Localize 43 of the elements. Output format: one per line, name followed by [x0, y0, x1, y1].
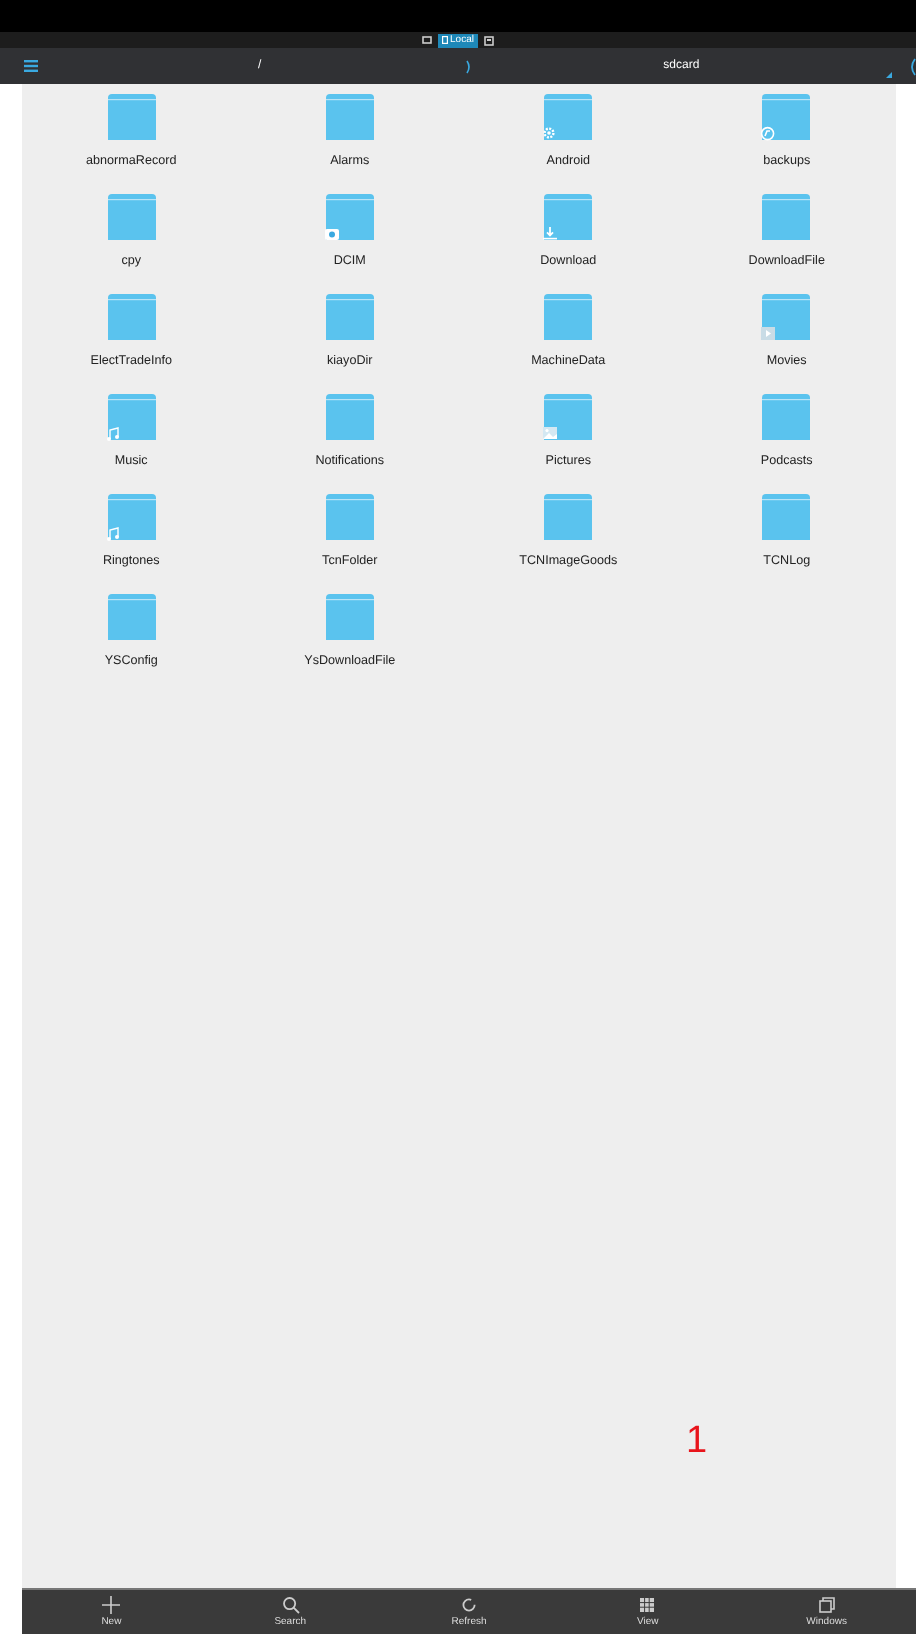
circle-icon: [760, 126, 777, 142]
folder-icon[interactable]: [105, 194, 158, 242]
windows-icon: [817, 1596, 836, 1614]
plus-icon: [102, 1596, 121, 1614]
download-icon: [542, 226, 559, 242]
folder-icon[interactable]: [105, 594, 158, 642]
music-note-icon: [105, 526, 122, 542]
window-icon[interactable]: [422, 36, 433, 44]
refresh-icon: [460, 1596, 479, 1614]
annotation-number: 1: [686, 1420, 708, 1464]
folder-icon[interactable]: [542, 494, 595, 542]
folder-icon[interactable]: [542, 294, 595, 342]
folder-icon[interactable]: [323, 594, 376, 642]
chevron-icon: [465, 59, 472, 73]
folder-icon[interactable]: [105, 94, 158, 142]
folder-icon[interactable]: [760, 94, 813, 142]
folder-icon[interactable]: [542, 94, 595, 142]
folder-icon[interactable]: [105, 494, 158, 542]
play-icon: [760, 326, 777, 342]
folder-icon[interactable]: [760, 294, 813, 342]
storage-icon: [442, 36, 449, 44]
folder-icon[interactable]: [760, 194, 813, 242]
window-icon[interactable]: [483, 35, 494, 45]
corner-icon: [886, 72, 892, 78]
folder-icon[interactable]: [323, 294, 376, 342]
folder-icon[interactable]: [760, 394, 813, 442]
folder-icon[interactable]: [323, 394, 376, 442]
grid-icon: [638, 1596, 657, 1614]
folder-icon[interactable]: [323, 194, 376, 242]
gear-icon: [542, 126, 559, 142]
search-icon: [281, 1596, 300, 1614]
refresh-icon[interactable]: [908, 58, 916, 76]
camera-icon: [323, 226, 340, 242]
menu-icon[interactable]: [24, 60, 38, 72]
folder-icon[interactable]: [105, 294, 158, 342]
folder-icon[interactable]: [760, 494, 813, 542]
folder-icon[interactable]: [542, 394, 595, 442]
image-icon: [542, 426, 559, 442]
folder-icon[interactable]: [323, 94, 376, 142]
music-note-icon: [105, 426, 122, 442]
folder-icon[interactable]: [105, 394, 158, 442]
folder-icon[interactable]: [542, 194, 595, 242]
folder-icon[interactable]: [323, 494, 376, 542]
